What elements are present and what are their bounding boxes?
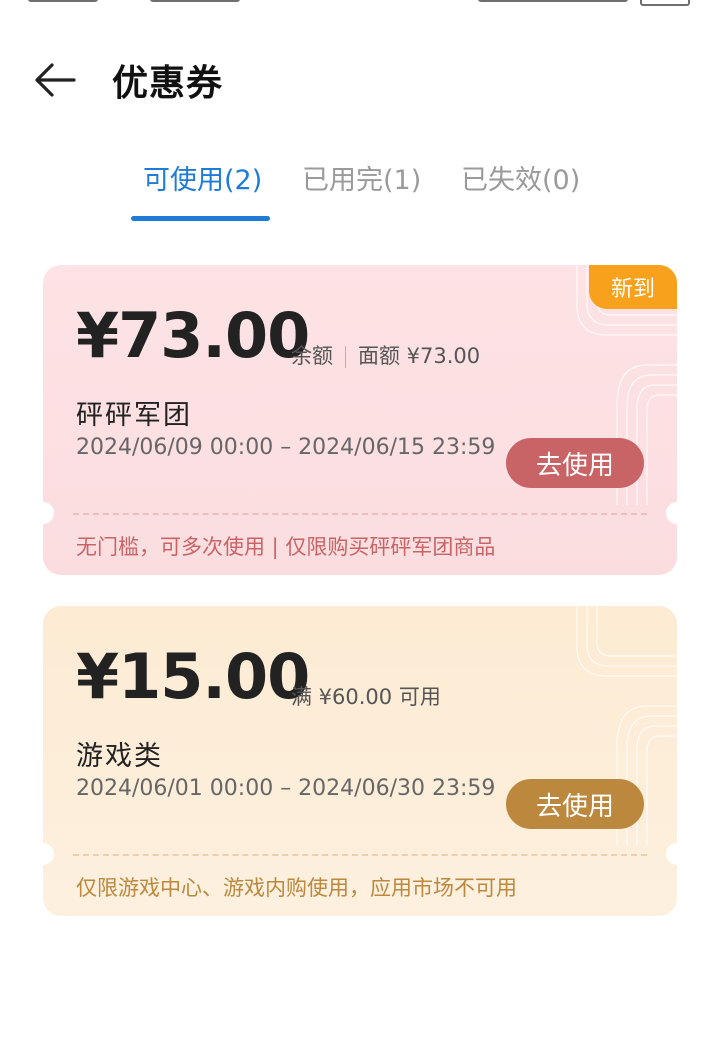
status-signal-icons — [478, 0, 628, 2]
tab-bar: 可使用(2) 已用完(1) 已失效(0) — [0, 150, 720, 225]
face-value: 面额 ¥73.00 — [358, 344, 481, 368]
coupon-name: 游戏类 — [76, 741, 163, 772]
new-badge: 新到 — [589, 265, 677, 309]
dashed-divider — [73, 513, 647, 515]
app-header: 优惠券 — [0, 40, 720, 120]
tab-available[interactable]: 可使用(2) — [143, 158, 262, 197]
tab-expired[interactable]: 已失效(0) — [461, 158, 580, 197]
coupon-usage-note: 仅限游戏中心、游戏内购使用，应用市场不可用 — [76, 876, 517, 900]
status-bar — [0, 0, 720, 10]
coupon-card: ¥15.00 满 ¥60.00 可用 游戏类 2024/06/01 00:00 … — [43, 606, 677, 916]
ticket-notch — [666, 843, 677, 865]
battery-icon — [640, 0, 690, 6]
page-title: 优惠券 — [112, 63, 224, 104]
use-coupon-button[interactable]: 去使用 — [506, 438, 644, 488]
status-time — [28, 0, 98, 2]
ticket-notch — [43, 502, 54, 524]
arrow-left-icon — [35, 63, 76, 97]
use-coupon-button[interactable]: 去使用 — [506, 779, 644, 829]
ticket-notch — [666, 502, 677, 524]
coupon-card: 新到 ¥73.00 余额 面额 ¥73.00 砰砰军团 2024/06/09 00… — [43, 265, 677, 575]
coupon-condition: 满 ¥60.00 可用 — [291, 685, 441, 709]
coupon-amount: ¥15.00 — [76, 640, 310, 713]
coupon-usage-note: 无门槛，可多次使用 | 仅限购买砰砰军团商品 — [76, 535, 496, 559]
dashed-divider — [73, 854, 647, 856]
coupon-name: 砰砰军团 — [76, 400, 192, 431]
tab-used-up[interactable]: 已用完(1) — [302, 158, 421, 197]
coupon-amount: ¥73.00 — [76, 299, 310, 372]
divider — [345, 346, 346, 368]
status-notification-icons — [150, 0, 240, 2]
balance-label: 余额 — [291, 344, 333, 368]
coupon-validity-period: 2024/06/01 00:00 – 2024/06/30 23:59 — [76, 776, 496, 801]
tab-indicator — [131, 216, 270, 221]
ticket-notch — [43, 843, 54, 865]
back-button[interactable] — [30, 60, 80, 100]
coupon-validity-period: 2024/06/09 00:00 – 2024/06/15 23:59 — [76, 435, 496, 460]
coupon-balance-info: 余额 面额 ¥73.00 — [291, 340, 480, 370]
